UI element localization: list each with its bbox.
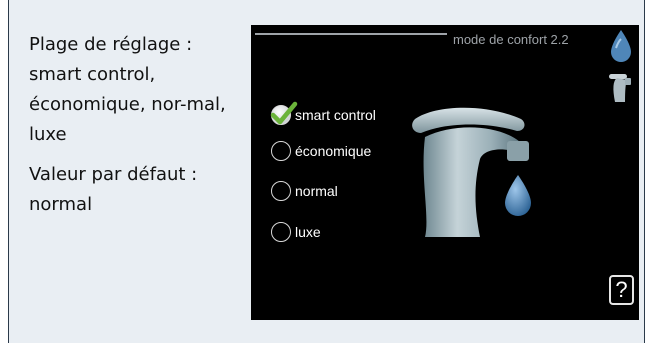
option-label: normal (295, 183, 338, 199)
option-luxe[interactable]: luxe (271, 220, 321, 244)
option-label: smart control (295, 107, 376, 123)
option-label: économique (295, 143, 372, 159)
display-screen: mode de confort 2.2 smart control économ… (251, 25, 639, 320)
radio-economique[interactable] (271, 141, 291, 161)
option-economique[interactable]: économique (271, 139, 371, 163)
tap-icon (412, 107, 531, 237)
default-value: normal (29, 194, 93, 215)
mode-indicator-icons (609, 30, 631, 102)
help-button[interactable]: ? (609, 275, 634, 305)
water-drop-icon (611, 30, 631, 62)
range-values: smart control, économique, nor-mal, luxe (29, 64, 226, 145)
radio-smart-control[interactable] (270, 101, 298, 125)
screen-title: mode de confort 2.2 (453, 32, 569, 47)
option-normal[interactable]: normal (271, 179, 338, 203)
option-smart-control[interactable]: smart control (270, 101, 376, 127)
range-label: Plage de réglage : (29, 34, 193, 55)
checkmark-icon (270, 101, 298, 125)
option-label: luxe (295, 224, 321, 240)
setting-description: Plage de réglage : smart control, économ… (29, 30, 244, 220)
small-tap-icon (609, 74, 631, 102)
title-divider (255, 33, 447, 35)
radio-normal[interactable] (271, 181, 291, 201)
default-label: Valeur par défaut : (29, 164, 198, 185)
radio-luxe[interactable] (271, 222, 291, 242)
